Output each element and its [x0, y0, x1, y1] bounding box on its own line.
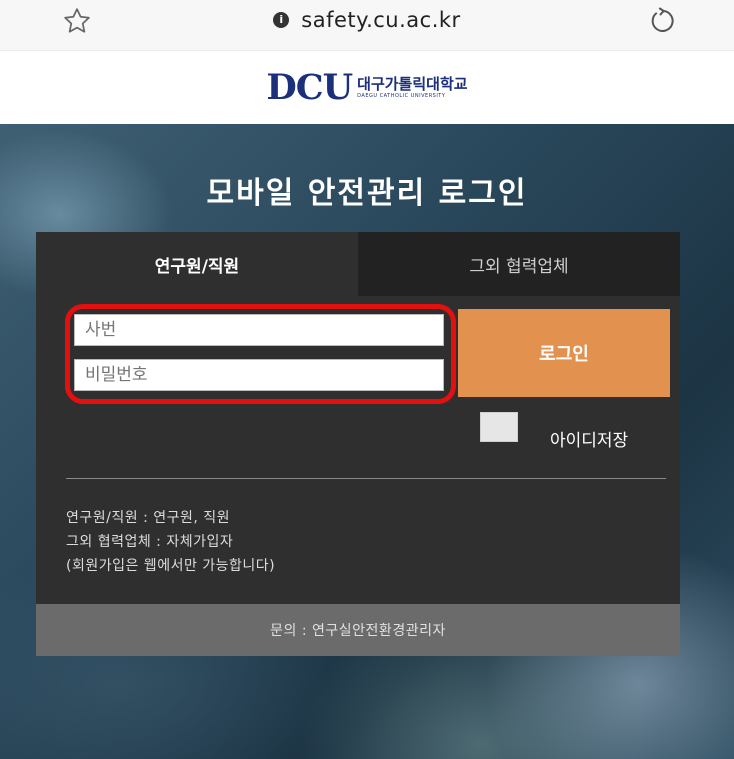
login-panel: 연구원/직원 그외 협력업체 로그인 아이디저장 연구원/직원 : 연구원, 직…	[36, 232, 680, 656]
page-title: 모바일 안전관리 로그인	[206, 176, 528, 211]
dcu-logo[interactable]: DCU	[266, 67, 353, 108]
contact-footer: 문의 : 연구실안전환경관리자	[36, 604, 680, 656]
browser-bar: i safety.cu.ac.kr	[0, 0, 734, 51]
logo-korean-name: 대구가톨릭대학교	[357, 75, 468, 93]
hero-background: 모바일 안전관리 로그인 연구원/직원 그외 협력업체 로그인 아이디저장 연구…	[0, 124, 734, 759]
tab-researcher-staff[interactable]: 연구원/직원	[36, 232, 358, 296]
divider	[66, 478, 666, 479]
employee-id-input[interactable]	[74, 314, 444, 346]
tab-partner-company[interactable]: 그외 협력업체	[358, 232, 680, 296]
logo-english-name: DAEGU CATHOLIC UNIVERSITY	[357, 93, 446, 99]
info-text: 연구원/직원 : 연구원, 직원 그외 협력업체 : 자체가입자 (회원가입은 …	[66, 506, 275, 578]
logo-text: 대구가톨릭대학교 DAEGU CATHOLIC UNIVERSITY	[357, 75, 468, 100]
login-tabs: 연구원/직원 그외 협력업체	[36, 232, 680, 296]
reload-icon[interactable]	[648, 6, 678, 36]
info-line: 그외 협력업체 : 자체가입자	[66, 534, 234, 550]
site-header: DCU 대구가톨릭대학교 DAEGU CATHOLIC UNIVERSITY	[0, 51, 734, 124]
save-id-label: 아이디저장	[550, 431, 629, 451]
login-button[interactable]: 로그인	[458, 309, 670, 397]
info-line: 연구원/직원 : 연구원, 직원	[66, 510, 231, 526]
address-field[interactable]: i safety.cu.ac.kr	[0, 0, 734, 40]
save-id-checkbox[interactable]	[480, 412, 518, 442]
info-line: (회원가입은 웹에서만 가능합니다)	[66, 558, 276, 574]
url-text: safety.cu.ac.kr	[301, 8, 461, 32]
password-input[interactable]	[74, 359, 444, 391]
info-circle-icon: i	[273, 12, 290, 28]
